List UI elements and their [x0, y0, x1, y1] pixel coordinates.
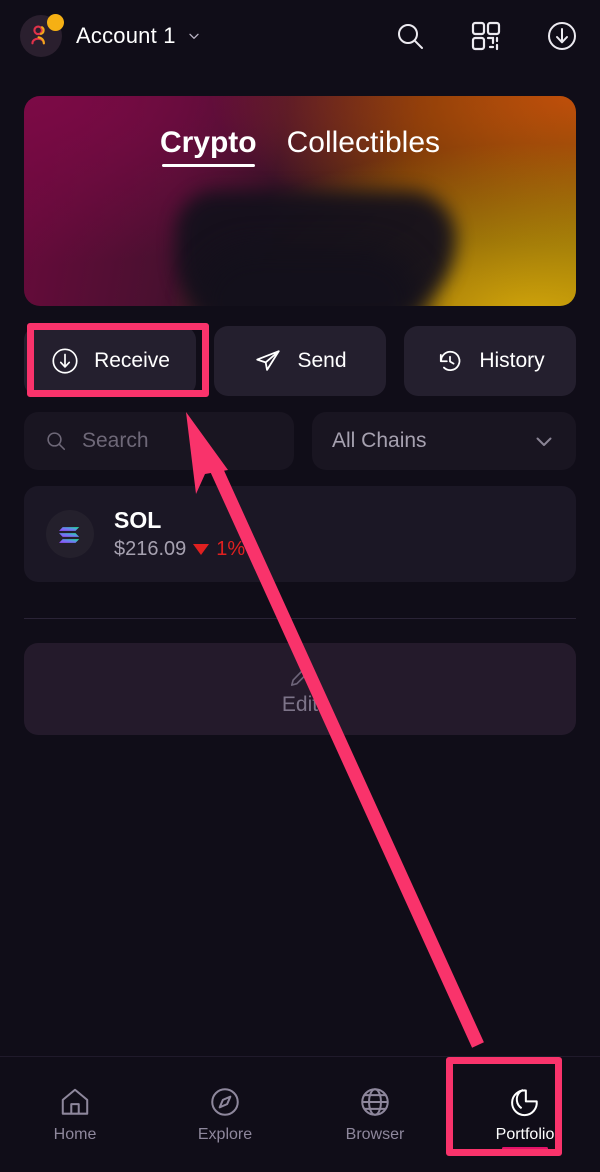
trend-down-icon [193, 544, 210, 555]
token-logo [46, 510, 94, 558]
paper-plane-icon [256, 350, 281, 371]
home-icon [61, 1088, 89, 1115]
action-button-row: Receive Send History [24, 326, 576, 396]
globe-icon [361, 1088, 389, 1116]
download-circle-icon[interactable] [546, 20, 578, 52]
token-row-sol[interactable]: SOL $216.09 1% [24, 486, 576, 582]
bottom-navigation: Home Explore Browser Portfolio [0, 1056, 600, 1172]
header-icon-group [394, 20, 578, 52]
chain-filter-dropdown[interactable]: All Chains [312, 412, 576, 470]
nav-item-explore[interactable]: Explore [150, 1057, 300, 1172]
solana-logo-icon [59, 527, 80, 543]
nav-active-indicator [502, 1147, 548, 1150]
arrow-down-circle-icon [52, 348, 78, 374]
banner-shape-decoration-2 [194, 246, 424, 306]
chain-filter-value: All Chains [332, 429, 427, 452]
send-button-label: Send [297, 349, 347, 372]
token-price-row: $216.09 1% [114, 538, 245, 561]
edit-label: Edit [281, 692, 319, 716]
history-button-label: History [479, 349, 545, 372]
receive-button-label: Receive [94, 349, 170, 372]
qr-scan-icon[interactable] [470, 20, 502, 52]
token-price: $216.09 [114, 538, 187, 560]
pencil-edit-icon [290, 665, 311, 686]
top-header: Account 1 [0, 0, 600, 72]
portfolio-banner: Crypto Collectibles [24, 96, 576, 306]
compass-icon [211, 1088, 239, 1116]
tab-collectibles[interactable]: Collectibles [287, 126, 440, 167]
token-change-percent: 1% [216, 538, 246, 560]
chevron-down-icon [536, 437, 552, 446]
app-screen: Account 1 Crypto Collectibles Receive Se… [0, 0, 600, 1172]
banner-tab-bar: Crypto Collectibles [24, 96, 576, 167]
account-avatar[interactable] [20, 14, 64, 57]
search-input[interactable]: Search [82, 429, 149, 453]
nav-label-portfolio: Portfolio [495, 1126, 555, 1143]
edit-tokens-button[interactable]: Edit [24, 643, 576, 735]
token-info: SOL $216.09 1% [114, 507, 245, 561]
send-button[interactable]: Send [214, 326, 386, 396]
search-icon[interactable] [394, 20, 426, 52]
history-button[interactable]: History [404, 326, 576, 396]
section-divider [24, 618, 576, 619]
search-icon [47, 432, 66, 451]
clock-rotate-left-icon [440, 350, 461, 372]
nav-label-home: Home [53, 1126, 97, 1143]
account-name-label[interactable]: Account 1 [76, 23, 176, 49]
filter-row: Search All Chains [24, 412, 576, 470]
avatar-status-badge [47, 14, 64, 31]
nav-item-portfolio[interactable]: Portfolio [450, 1057, 600, 1172]
tab-crypto[interactable]: Crypto [160, 126, 257, 167]
search-field-wrapper[interactable]: Search [24, 412, 294, 470]
nav-label-browser: Browser [345, 1126, 405, 1143]
nav-label-explore: Explore [197, 1126, 253, 1143]
pie-chart-icon [511, 1088, 538, 1117]
token-symbol: SOL [114, 507, 162, 533]
nav-item-home[interactable]: Home [0, 1057, 150, 1172]
chevron-down-icon[interactable] [186, 28, 202, 44]
receive-button[interactable]: Receive [24, 326, 196, 396]
nav-item-browser[interactable]: Browser [300, 1057, 450, 1172]
